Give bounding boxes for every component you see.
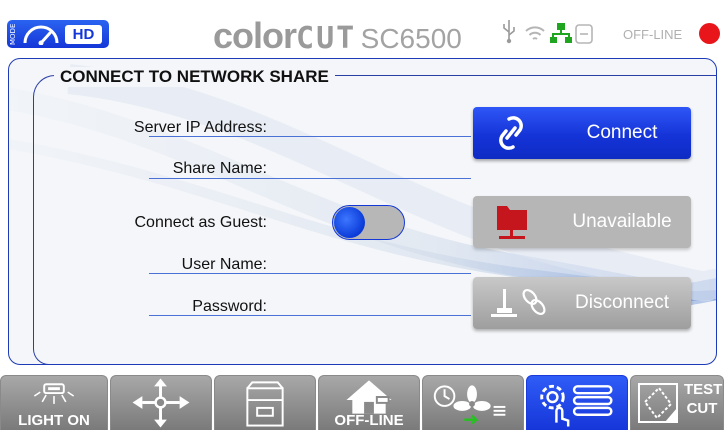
settings-touch-icon xyxy=(540,384,613,427)
offline-label: OFF-LINE xyxy=(334,412,404,429)
usb-icon xyxy=(503,20,515,44)
guest-label: Connect as Guest: xyxy=(134,214,267,231)
user-name-input[interactable] xyxy=(149,254,471,274)
share-name-input[interactable] xyxy=(149,159,471,179)
storage-icon xyxy=(575,24,593,44)
unavailable-label: Unavailable xyxy=(572,211,672,232)
brand-model-text: SC6500 xyxy=(360,23,462,54)
file-cabinet-icon xyxy=(246,381,284,427)
mode-label: MODE xyxy=(9,23,17,45)
test-cut-button[interactable]: TEST CUT xyxy=(630,375,724,430)
password-input[interactable] xyxy=(149,296,471,316)
bottom-toolbar: LIGHT ON OFF-LINE TEST CUT xyxy=(0,369,724,430)
test-cut-icon xyxy=(638,383,678,423)
network-share-panel: CONNECT TO NETWORK SHARE Server IP Addre… xyxy=(8,58,717,365)
light-on-button[interactable]: LIGHT ON xyxy=(0,375,108,430)
network-icon xyxy=(550,23,572,43)
link-icon xyxy=(499,116,523,150)
disconnect-label: Disconnect xyxy=(575,292,669,313)
test-cut-line1: TEST xyxy=(684,381,723,398)
section-title: CONNECT TO NETWORK SHARE xyxy=(54,67,335,87)
test-cut-line2: CUT xyxy=(686,400,718,417)
toggle-knob xyxy=(334,207,365,238)
vacuum-timer-button[interactable] xyxy=(422,375,524,430)
mode-badge[interactable]: MODE HD xyxy=(7,20,109,48)
move-arrows-icon xyxy=(132,378,190,428)
files-button[interactable] xyxy=(214,375,316,430)
connect-button[interactable]: Connect xyxy=(473,107,691,159)
move-button[interactable] xyxy=(110,375,212,430)
server-ip-input[interactable] xyxy=(149,117,471,137)
unavailable-button[interactable]: Unavailable xyxy=(473,196,691,248)
light-icon xyxy=(33,383,75,404)
brand-cut-text: CUT xyxy=(296,21,357,56)
settings-button[interactable] xyxy=(526,375,628,430)
brand-color-text: color xyxy=(213,15,297,56)
guest-toggle[interactable] xyxy=(332,205,405,240)
folder-network-icon xyxy=(497,206,527,239)
light-on-label: LIGHT ON xyxy=(18,412,90,429)
test-cut-label: TEST CUT xyxy=(684,380,723,418)
header-bar: MODE HD colorCUT SC6500 OFF-LINE xyxy=(0,0,724,58)
unlink-icon xyxy=(491,288,546,317)
connect-label: Connect xyxy=(586,122,658,143)
brand-logo: colorCUT SC6500 xyxy=(213,15,462,56)
home-offline-icon xyxy=(346,380,392,414)
timer-fan-icon xyxy=(433,385,506,425)
status-text: OFF-LINE xyxy=(623,27,683,42)
offline-button[interactable]: OFF-LINE xyxy=(318,375,420,430)
wifi-icon xyxy=(525,26,545,40)
hd-badge: HD xyxy=(65,25,102,44)
speed-gauge-icon xyxy=(23,25,59,45)
status-indicator-icon xyxy=(699,23,720,44)
disconnect-button[interactable]: Disconnect xyxy=(473,277,691,329)
